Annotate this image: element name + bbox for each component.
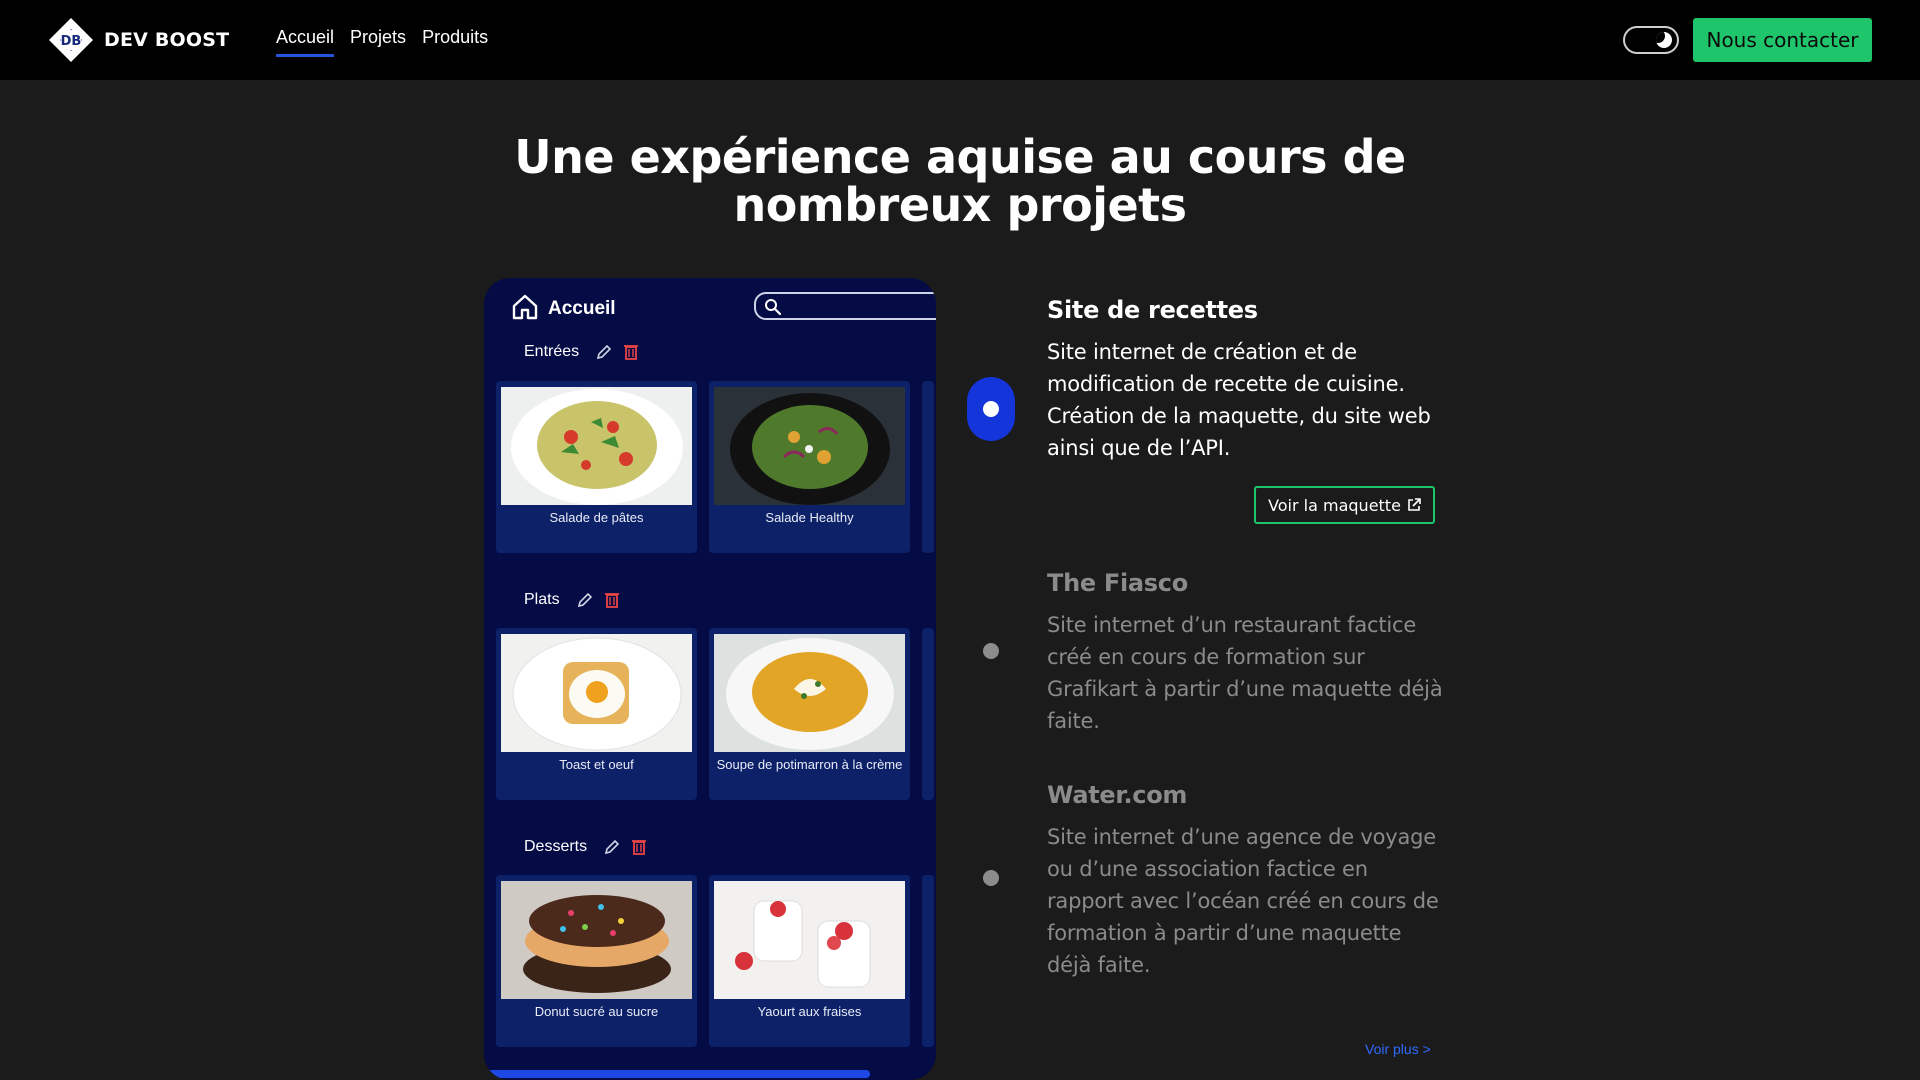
trash-icon [632, 840, 647, 855]
trash-icon [604, 593, 619, 608]
recipe-card-label: Salade de pâtes [549, 510, 644, 525]
project-title: Site de recettes [1047, 296, 1258, 324]
timeline-dot-active[interactable] [967, 377, 1015, 441]
svg-text:DB: DB [61, 34, 82, 49]
category-label: Entrées [524, 343, 580, 360]
healthy-salad-image [714, 387, 905, 505]
project-item-recettes: Site de recettes Site internet de créati… [1047, 296, 1447, 464]
project-title: The Fiasco [1047, 569, 1188, 597]
mockup-category-desserts: Desserts [524, 838, 647, 856]
recipe-card: Soupe de potimarron à la crème [709, 628, 910, 800]
edit-icon [605, 839, 620, 855]
mockup-card-row: Salade de pâtes Salade Healthy [496, 381, 934, 553]
contact-button[interactable]: Nous contacter [1693, 18, 1872, 62]
nav-item-produits[interactable]: Produits [422, 27, 488, 57]
home-icon [512, 294, 538, 320]
recipe-card: Donut sucré au sucre [496, 875, 697, 1047]
recipe-card-partial [922, 381, 934, 553]
project-title: Water.com [1047, 781, 1188, 809]
project-item-water[interactable]: Water.com Site internet d’une agence de … [1047, 781, 1447, 981]
mockup-card-row: Donut sucré au sucre Yaourt aux fraises [496, 875, 934, 1047]
project-description: Site internet d’un restaurant factice cr… [1047, 613, 1443, 733]
logo-icon: DB [48, 17, 94, 63]
brand-name: DEV BOOST [104, 29, 230, 51]
recipe-card-label: Salade Healthy [765, 510, 854, 525]
recipe-card-label: Yaourt aux fraises [757, 1004, 862, 1019]
page-title: Une expérience aquise au cours de nombre… [460, 133, 1460, 229]
phone-mockup: Accueil Entrées Salade de pâtes Salade H… [484, 278, 936, 1080]
main-nav: Accueil Projets Produits [276, 27, 488, 57]
see-more-link[interactable]: Voir plus > [1365, 1041, 1431, 1057]
moon-icon [1656, 32, 1672, 48]
recipe-card: Salade de pâtes [496, 381, 697, 553]
timeline-dot[interactable] [983, 643, 999, 659]
edit-icon [577, 592, 592, 608]
search-icon [765, 299, 782, 316]
project-description: Site internet d’une agence de voyage ou … [1047, 825, 1439, 977]
category-label: Plats [524, 591, 560, 608]
pumpkin-soup-image [714, 634, 905, 752]
mockup-category-plats: Plats [524, 591, 620, 609]
page-title-line-1: Une expérience aquise au cours de [514, 130, 1406, 184]
mockup-card-row: Toast et oeuf Soupe de potimarron à la c… [496, 628, 934, 800]
page-title-line-2: nombreux projets [733, 178, 1187, 232]
timeline-dot[interactable] [983, 870, 999, 886]
project-description: Site internet de création et de modifica… [1047, 340, 1431, 460]
recipe-card-partial [922, 875, 934, 1047]
category-label: Desserts [524, 838, 588, 855]
donut-image [501, 881, 692, 999]
brand[interactable]: DB DEV BOOST [48, 17, 229, 63]
view-mockup-button[interactable]: Voir la maquette [1254, 486, 1435, 524]
mockup-title: Accueil [548, 298, 616, 319]
external-link-icon [1408, 498, 1421, 511]
theme-toggle[interactable] [1623, 26, 1679, 54]
recipe-card-label: Soupe de potimarron à la crème [716, 757, 903, 772]
recipe-card: Toast et oeuf [496, 628, 697, 800]
mockup-category-entrees: Entrées [524, 343, 639, 361]
recipe-card-label: Toast et oeuf [559, 757, 634, 772]
mockup-search-input [754, 292, 936, 320]
pasta-salad-image [501, 387, 692, 505]
recipe-card-partial [922, 628, 934, 800]
recipe-card-label: Donut sucré au sucre [534, 1004, 659, 1019]
view-mockup-label: Voir la maquette [1268, 495, 1401, 515]
trash-icon [624, 345, 639, 360]
project-item-fiasco[interactable]: The Fiasco Site internet d’un restaurant… [1047, 569, 1447, 737]
edit-icon [597, 344, 612, 360]
mockup-scrollbar [484, 1070, 870, 1078]
egg-toast-image [501, 634, 692, 752]
top-navbar: DB DEV BOOST Accueil Projets Produits No… [0, 0, 1920, 80]
nav-item-accueil[interactable]: Accueil [276, 27, 335, 57]
nav-item-projets[interactable]: Projets [350, 27, 406, 57]
recipe-card: Salade Healthy [709, 381, 910, 553]
recipe-card: Yaourt aux fraises [709, 875, 910, 1047]
strawberry-yogurt-image [714, 881, 905, 999]
